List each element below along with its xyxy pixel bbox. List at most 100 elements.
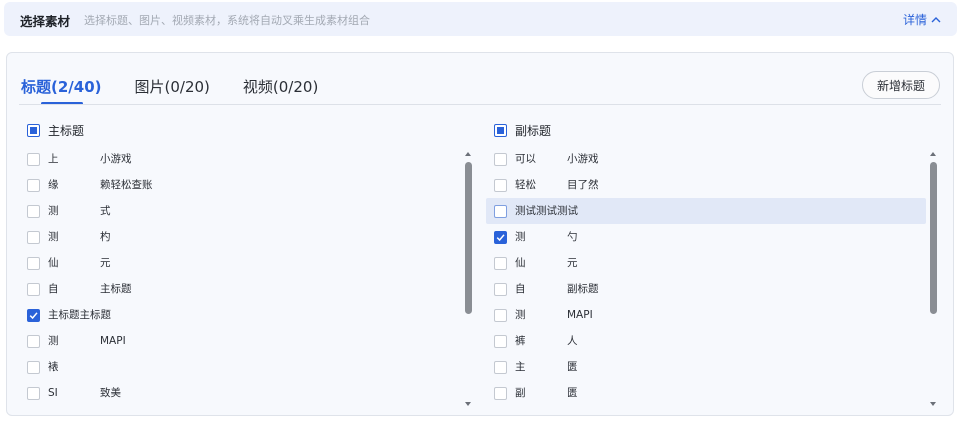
item-text-end: 小游戏 — [567, 153, 599, 165]
list-item[interactable]: 轻松 目了然 — [486, 172, 926, 198]
item-checkbox[interactable] — [494, 256, 507, 270]
item-checkbox[interactable] — [27, 360, 40, 374]
sub-title-header[interactable]: 副标题 — [494, 122, 551, 139]
sub-title-list: 可以 小游戏 轻松 目了然 测试测试测试测勺仙元自副标题测 MAPI 裤人主匮副匮 — [486, 146, 926, 406]
list-item[interactable]: 裤人 — [486, 328, 926, 354]
list-item[interactable]: 仙元 — [486, 250, 926, 276]
section-description: 选择标题、图片、视频素材，系统将自动叉乘生成素材组合 — [84, 14, 370, 27]
item-text: 裤人 — [515, 334, 926, 348]
item-text-start: 测试测试测试 — [515, 205, 578, 217]
item-checkbox[interactable] — [494, 334, 507, 348]
item-checkbox[interactable] — [27, 334, 40, 348]
list-item[interactable]: 自 主标题 — [19, 276, 459, 302]
list-item[interactable]: 主标题主标题 — [19, 302, 459, 328]
item-text-start: 仙 — [48, 257, 59, 269]
item-text-start: 自 — [48, 283, 59, 295]
item-text-start: 裤 — [515, 335, 526, 347]
list-item[interactable]: 上 小游戏 — [19, 146, 459, 172]
item-text-end: 勺 — [567, 231, 578, 243]
item-text-start: 测 — [48, 205, 59, 217]
material-panel: 标题(2/40) 图片(0/20) 视频(0/20) 新增标题 主标题 上 小游戏… — [6, 52, 954, 416]
item-text: 测 MAPI — [515, 308, 926, 322]
item-checkbox[interactable] — [494, 152, 507, 166]
select-all-sub-checkbox[interactable] — [494, 124, 507, 137]
item-checkbox[interactable] — [27, 256, 40, 270]
item-text-end: 目了然 — [567, 179, 599, 191]
scroll-up-arrow-icon[interactable] — [930, 152, 936, 156]
item-text: 主匮 — [515, 360, 926, 374]
main-list-scrollbar[interactable] — [465, 152, 472, 406]
item-text-start: 测 — [48, 335, 59, 347]
item-text-end: 匮 — [567, 361, 578, 373]
list-item[interactable]: 缘 赖轻松查账 — [19, 172, 459, 198]
item-text: 缘 赖轻松查账 — [48, 178, 459, 192]
item-checkbox[interactable] — [494, 178, 507, 192]
item-text: 自 副标题 — [515, 282, 926, 296]
item-checkbox[interactable] — [494, 230, 507, 244]
detail-toggle[interactable]: 详情 — [903, 11, 941, 28]
list-item[interactable]: 主匮 — [486, 354, 926, 380]
item-text-start: 主 — [515, 361, 526, 373]
item-checkbox[interactable] — [27, 386, 40, 400]
item-text: 测试测试测试 — [515, 204, 926, 218]
list-item[interactable]: 仙元 — [19, 250, 459, 276]
item-text-end: MAPI — [100, 335, 126, 347]
item-text: 仙元 — [515, 256, 926, 270]
sub-list-scrollbar[interactable] — [930, 152, 937, 406]
material-tabs: 标题(2/40) 图片(0/20) 视频(0/20) — [21, 76, 351, 105]
scrollbar-thumb[interactable] — [930, 162, 937, 314]
main-title-list: 上小游戏缘赖轻松查账测式测杓仙元自主标题 主标题主标题测 MAPI 裱 SI 致美 — [19, 146, 459, 406]
tab-images[interactable]: 图片(0/20) — [135, 76, 210, 104]
item-text-end: 元 — [100, 257, 111, 269]
list-item[interactable]: 测杓 — [19, 224, 459, 250]
item-checkbox[interactable] — [494, 204, 507, 218]
item-checkbox[interactable] — [494, 308, 507, 322]
item-checkbox[interactable] — [494, 282, 507, 296]
item-checkbox[interactable] — [27, 204, 40, 218]
item-text-end: 副标题 — [567, 283, 599, 295]
item-checkbox[interactable] — [27, 230, 40, 244]
detail-label: 详情 — [902, 13, 927, 27]
item-checkbox[interactable] — [27, 308, 40, 322]
tab-titles[interactable]: 标题(2/40) — [21, 76, 102, 105]
list-item[interactable]: 测 MAPI — [19, 328, 459, 354]
item-text: 上 小游戏 — [48, 152, 459, 166]
scroll-down-arrow-icon[interactable] — [930, 402, 936, 406]
list-item[interactable]: 自 副标题 — [486, 276, 926, 302]
add-title-button[interactable]: 新增标题 — [862, 71, 940, 99]
material-header-bar: 选择素材 选择标题、图片、视频素材，系统将自动叉乘生成素材组合 详情 — [4, 2, 957, 36]
check-icon — [29, 311, 38, 319]
main-title-header-label: 主标题 — [48, 124, 85, 138]
select-all-main-checkbox[interactable] — [27, 124, 40, 137]
list-item[interactable]: 测 MAPI — [486, 302, 926, 328]
list-item[interactable]: SI 致美 — [19, 380, 459, 406]
item-text: 副匮 — [515, 386, 926, 400]
list-item[interactable]: 测式 — [19, 198, 459, 224]
list-item[interactable]: 副匮 — [486, 380, 926, 406]
item-text-start: SI — [48, 387, 58, 399]
item-text: 可以 小游戏 — [515, 152, 926, 166]
scroll-down-arrow-icon[interactable] — [465, 402, 471, 406]
scrollbar-thumb[interactable] — [465, 162, 472, 314]
tab-divider — [19, 104, 941, 105]
scroll-up-arrow-icon[interactable] — [465, 152, 471, 156]
list-item[interactable]: 测试测试测试 — [486, 198, 926, 224]
list-item[interactable]: 可以 小游戏 — [486, 146, 926, 172]
tab-videos[interactable]: 视频(0/20) — [243, 76, 318, 104]
list-item[interactable]: 裱 — [19, 354, 459, 380]
item-text-start: 可以 — [515, 153, 536, 165]
item-checkbox[interactable] — [27, 178, 40, 192]
item-checkbox[interactable] — [27, 152, 40, 166]
item-checkbox[interactable] — [27, 282, 40, 296]
item-checkbox[interactable] — [494, 360, 507, 374]
item-text-end: 元 — [567, 257, 578, 269]
item-text-end: 致美 — [100, 387, 121, 399]
item-text-start: 测 — [48, 231, 59, 243]
item-text-start: 副 — [515, 387, 526, 399]
item-text: 轻松 目了然 — [515, 178, 926, 192]
item-checkbox[interactable] — [494, 386, 507, 400]
item-text: 测杓 — [48, 230, 459, 244]
list-item[interactable]: 测勺 — [486, 224, 926, 250]
item-text-start: 裱 — [48, 361, 59, 373]
main-title-header[interactable]: 主标题 — [27, 122, 84, 139]
